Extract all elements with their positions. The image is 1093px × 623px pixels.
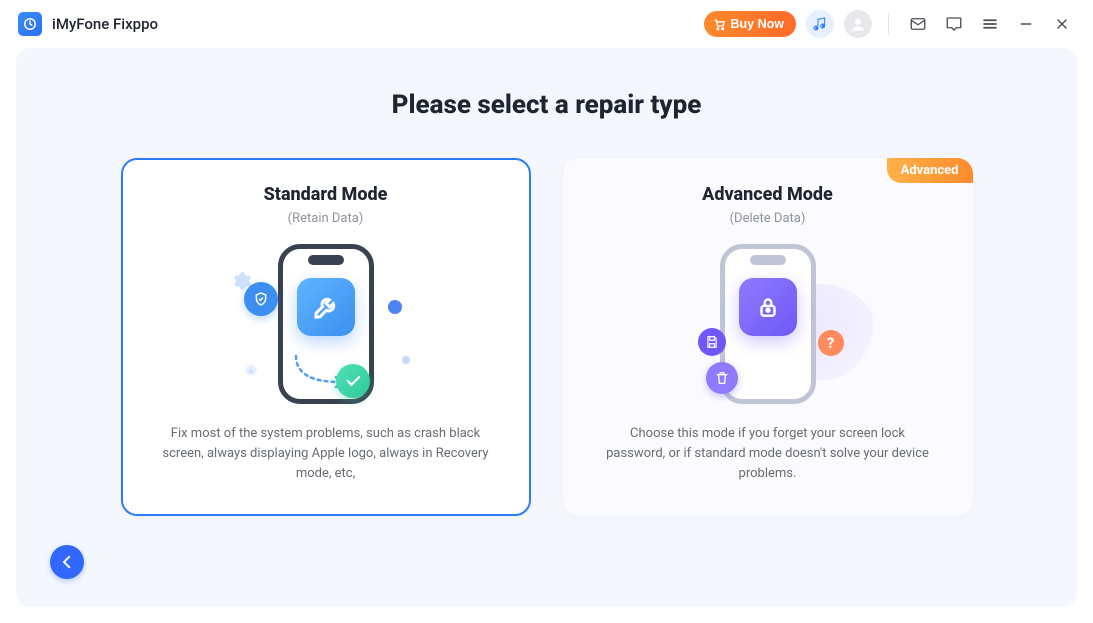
fixppo-logo-icon: [23, 17, 37, 31]
back-button[interactable]: [50, 545, 84, 579]
mail-button[interactable]: [905, 11, 931, 37]
close-button[interactable]: [1049, 11, 1075, 37]
feedback-button[interactable]: [941, 11, 967, 37]
app-title: iMyFone Fixppo: [52, 15, 158, 33]
app-logo: [18, 12, 42, 36]
minimize-icon: [1018, 16, 1034, 32]
trash-icon: [706, 362, 738, 394]
titlebar: iMyFone Fixppo Buy Now: [0, 0, 1093, 48]
gear-icon: [242, 362, 260, 380]
check-icon: [336, 364, 370, 398]
decor-dot: [388, 300, 402, 314]
advanced-mode-illustration: ?: [668, 240, 868, 408]
question-icon: ?: [818, 330, 844, 356]
advanced-mode-description: Choose this mode if you forget your scre…: [603, 424, 933, 484]
buy-now-button[interactable]: Buy Now: [704, 11, 796, 37]
comment-icon: [945, 15, 963, 33]
save-icon: [698, 328, 726, 356]
menu-icon: [981, 15, 999, 33]
minimize-button[interactable]: [1013, 11, 1039, 37]
decor-dot: [402, 356, 410, 364]
menu-button[interactable]: [977, 11, 1003, 37]
shield-icon: [244, 282, 278, 316]
titlebar-divider: [888, 13, 889, 35]
avatar-icon: [849, 15, 867, 33]
advanced-mode-title: Advanced Mode: [702, 184, 833, 205]
advanced-badge: Advanced: [887, 158, 973, 183]
lock-icon: [739, 278, 797, 336]
app-window: iMyFone Fixppo Buy Now: [0, 0, 1093, 623]
cart-icon: [713, 18, 726, 31]
standard-mode-illustration: [226, 240, 426, 408]
mail-icon: [909, 15, 927, 33]
standard-mode-subtitle: (Retain Data): [288, 211, 364, 226]
wrench-icon: [297, 278, 355, 336]
standard-mode-card[interactable]: Standard Mode (Retain Data): [121, 158, 531, 516]
advanced-mode-subtitle: (Delete Data): [730, 211, 806, 226]
music-note-icon: [812, 16, 828, 32]
mode-cards: Standard Mode (Retain Data): [16, 158, 1077, 516]
buy-now-label: Buy Now: [731, 17, 784, 31]
arrow-left-icon: [58, 553, 76, 571]
account-button[interactable]: [844, 10, 872, 38]
advanced-mode-card[interactable]: Advanced Advanced Mode (Delete Data): [563, 158, 973, 516]
standard-mode-description: Fix most of the system problems, such as…: [161, 424, 491, 484]
music-button[interactable]: [806, 10, 834, 38]
standard-mode-title: Standard Mode: [264, 184, 388, 205]
close-icon: [1054, 16, 1070, 32]
page-title: Please select a repair type: [392, 90, 702, 120]
content-panel: Please select a repair type Standard Mod…: [16, 48, 1077, 607]
